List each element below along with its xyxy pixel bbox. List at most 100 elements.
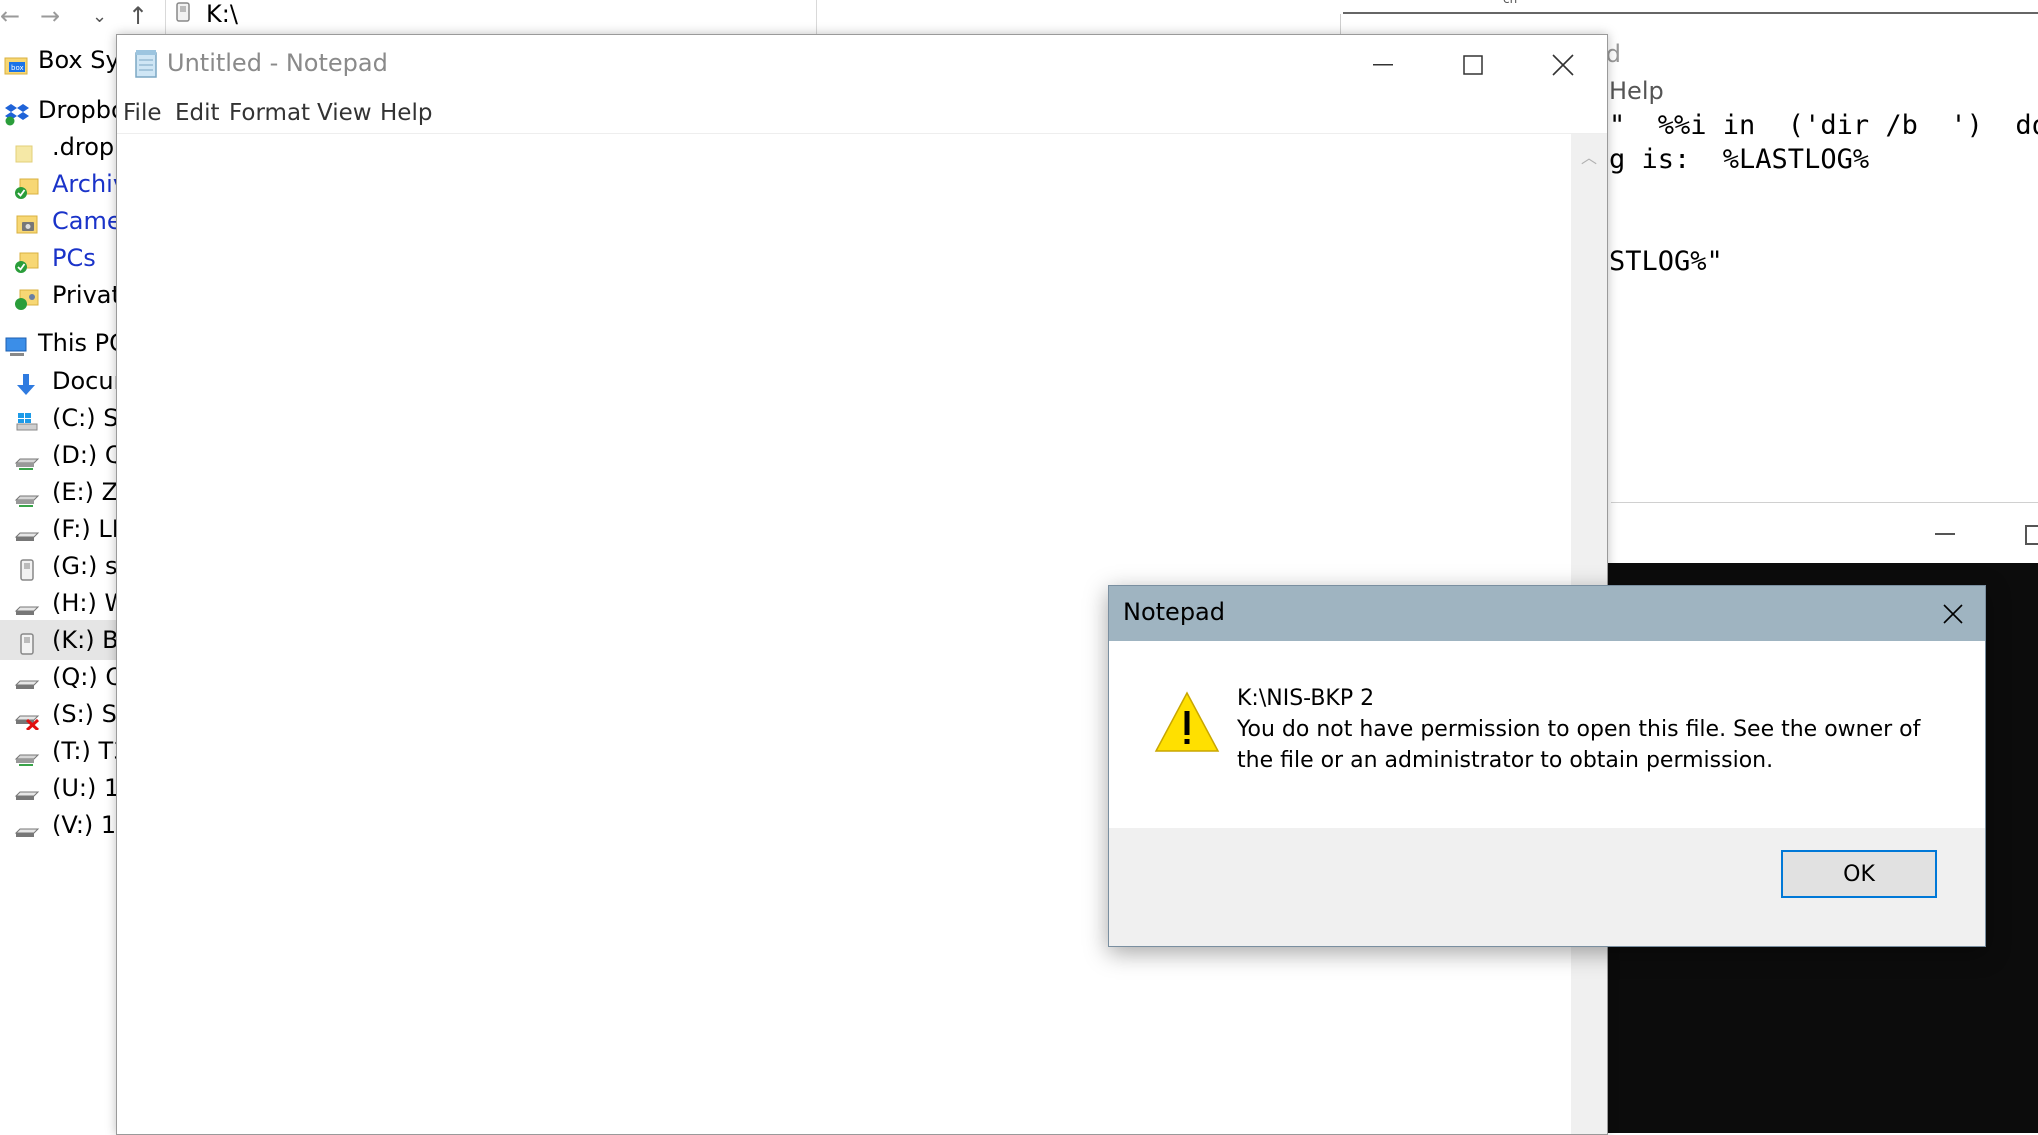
network-drive-icon bbox=[14, 480, 40, 507]
nav-item-drive-h[interactable]: (H:) W bbox=[0, 583, 118, 623]
nav-item-drive-k[interactable]: (K:) BA bbox=[0, 620, 118, 660]
nav-item-dropbox-cache[interactable]: .dropbox.cache bbox=[0, 127, 118, 167]
nav-item-drive-v[interactable]: (V:) 1T bbox=[0, 805, 118, 845]
network-drive-icon bbox=[14, 739, 40, 766]
drive-icon bbox=[14, 813, 40, 837]
drive-icon bbox=[14, 776, 40, 800]
menu-view[interactable]: View bbox=[317, 100, 372, 126]
minimize-button[interactable] bbox=[1337, 35, 1427, 95]
nav-item-label: (H:) W bbox=[52, 589, 118, 617]
folder-icon bbox=[14, 135, 40, 163]
nav-item-label: (U:) 1T bbox=[52, 774, 118, 802]
menu-format[interactable]: Format bbox=[229, 100, 310, 126]
address-bar[interactable]: K:\ bbox=[165, 0, 817, 34]
permission-error-dialog: Notepad K:\NIS-BKP 2 You do not have per… bbox=[1108, 585, 1986, 947]
synced-folder-icon bbox=[14, 172, 40, 199]
windows-drive-icon bbox=[14, 406, 40, 431]
drive-icon bbox=[14, 517, 40, 541]
nav-item-pcs[interactable]: PCs bbox=[0, 238, 118, 278]
code-line: g is: %LASTLOG% bbox=[1609, 144, 1870, 175]
disconnected-drive-icon bbox=[14, 702, 40, 732]
notepad-titlebar[interactable]: Untitled - Notepad bbox=[117, 35, 1607, 95]
back-arrow-icon[interactable]: ← bbox=[0, 2, 20, 30]
code-line: " %%i in ('dir /b ') do bbox=[1609, 110, 2038, 141]
nav-item-label: Documents bbox=[52, 367, 118, 395]
divider bbox=[1611, 502, 2038, 503]
nav-item-label: (K:) BA bbox=[52, 626, 118, 654]
nav-item-drive-t[interactable]: (T:) T3 bbox=[0, 731, 118, 771]
navigation-pane: box Box Sync Dropbox .dropbox.cache Archive C… bbox=[0, 36, 118, 1133]
up-arrow-icon[interactable]: ↑ bbox=[128, 2, 148, 30]
dialog-body: K:\NIS-BKP 2 You do not have permission … bbox=[1109, 641, 1985, 828]
notepad-title: Untitled - Notepad bbox=[167, 49, 388, 77]
search-box-fragment[interactable]: ch bbox=[1343, 0, 2038, 14]
nav-item-label: (T:) T3 bbox=[52, 737, 118, 765]
nav-item-drive-f[interactable]: (F:) LIN bbox=[0, 509, 118, 549]
dialog-message: K:\NIS-BKP 2 You do not have permission … bbox=[1237, 683, 1937, 776]
console-titlebar[interactable] bbox=[1605, 505, 2038, 563]
dialog-footer: OK bbox=[1109, 828, 1985, 946]
nav-item-label: (E:) Ze bbox=[52, 478, 118, 506]
menu-bar: File Edit Format View Help bbox=[117, 95, 1607, 134]
close-icon bbox=[1552, 54, 1574, 76]
nav-item-drive-u[interactable]: (U:) 1T bbox=[0, 768, 118, 808]
drive-icon bbox=[14, 591, 40, 615]
dialog-close-button[interactable] bbox=[1919, 586, 1985, 641]
nav-item-dropbox[interactable]: Dropbox bbox=[0, 90, 118, 130]
nav-item-label: (D:) Q bbox=[52, 441, 118, 469]
network-drive-icon bbox=[14, 443, 40, 470]
dialog-title: Notepad bbox=[1123, 598, 1225, 626]
nav-item-label: (C:) System bbox=[52, 404, 118, 432]
shared-folder-icon bbox=[14, 283, 40, 310]
menu-edit[interactable]: Edit bbox=[175, 100, 220, 126]
nav-item-label: (S:) S_ bbox=[52, 700, 118, 728]
computer-icon bbox=[4, 331, 30, 356]
menu-help[interactable]: Help bbox=[380, 100, 432, 126]
nav-item-camera-uploads[interactable]: Camera Uploads bbox=[0, 201, 118, 241]
drive-icon bbox=[14, 665, 40, 689]
nav-item-documents[interactable]: Documents bbox=[0, 361, 118, 401]
nav-item-label: Box Sync bbox=[38, 46, 118, 74]
minimize-icon[interactable] bbox=[1935, 533, 1955, 535]
maximize-icon bbox=[1463, 55, 1483, 75]
nav-item-box-sync[interactable]: box Box Sync bbox=[0, 40, 118, 80]
box-folder-icon: box bbox=[4, 48, 30, 75]
nav-item-drive-e[interactable]: (E:) Ze bbox=[0, 472, 118, 512]
nav-item-drive-d[interactable]: (D:) Q bbox=[0, 435, 118, 475]
nav-item-drive-c[interactable]: (C:) System bbox=[0, 398, 118, 438]
warning-icon bbox=[1154, 691, 1220, 752]
usb-drive-icon bbox=[14, 554, 40, 581]
dialog-error-text: You do not have permission to open this … bbox=[1237, 717, 1921, 773]
camera-folder-icon bbox=[14, 209, 40, 234]
nav-item-label: (Q:) Q bbox=[52, 663, 118, 691]
close-icon bbox=[1943, 604, 1963, 624]
dialog-titlebar[interactable]: Notepad bbox=[1109, 586, 1985, 641]
maximize-icon[interactable] bbox=[2025, 525, 2038, 545]
nav-item-label: Dropbox bbox=[38, 96, 118, 124]
nav-item-drive-q[interactable]: (Q:) Q bbox=[0, 657, 118, 697]
nav-item-label: (F:) LIN bbox=[52, 515, 118, 543]
synced-folder-icon bbox=[14, 246, 40, 273]
address-text: K:\ bbox=[206, 0, 238, 28]
scroll-up-arrow-icon[interactable]: ︿ bbox=[1581, 144, 1597, 168]
close-button[interactable] bbox=[1517, 35, 1607, 95]
menu-file[interactable]: File bbox=[123, 100, 162, 126]
nav-item-drive-g[interactable]: (G:) sc bbox=[0, 546, 118, 586]
download-arrow-icon bbox=[14, 369, 40, 395]
maximize-button[interactable] bbox=[1427, 35, 1517, 95]
dialog-file-path: K:\NIS-BKP 2 bbox=[1237, 686, 1375, 711]
forward-arrow-icon[interactable]: → bbox=[40, 2, 60, 30]
nav-item-this-pc[interactable]: This PC bbox=[0, 323, 118, 363]
nav-item-private[interactable]: Private bbox=[0, 275, 118, 315]
nav-item-drive-s[interactable]: (S:) S_ bbox=[0, 694, 118, 734]
background-notepad-text[interactable]: " %%i in ('dir /b ') do g is: %LASTLOG% ST… bbox=[1609, 109, 2038, 279]
nav-item-archive[interactable]: Archive bbox=[0, 164, 118, 204]
nav-item-label: Archive bbox=[52, 170, 118, 198]
nav-item-label: .dropbox.cache bbox=[52, 133, 118, 161]
nav-item-label: This PC bbox=[38, 329, 118, 357]
ok-button[interactable]: OK bbox=[1781, 850, 1937, 898]
background-notepad-menu-help[interactable]: Help bbox=[1609, 77, 1664, 105]
recent-locations-chevron-icon[interactable]: ⌄ bbox=[92, 6, 107, 27]
